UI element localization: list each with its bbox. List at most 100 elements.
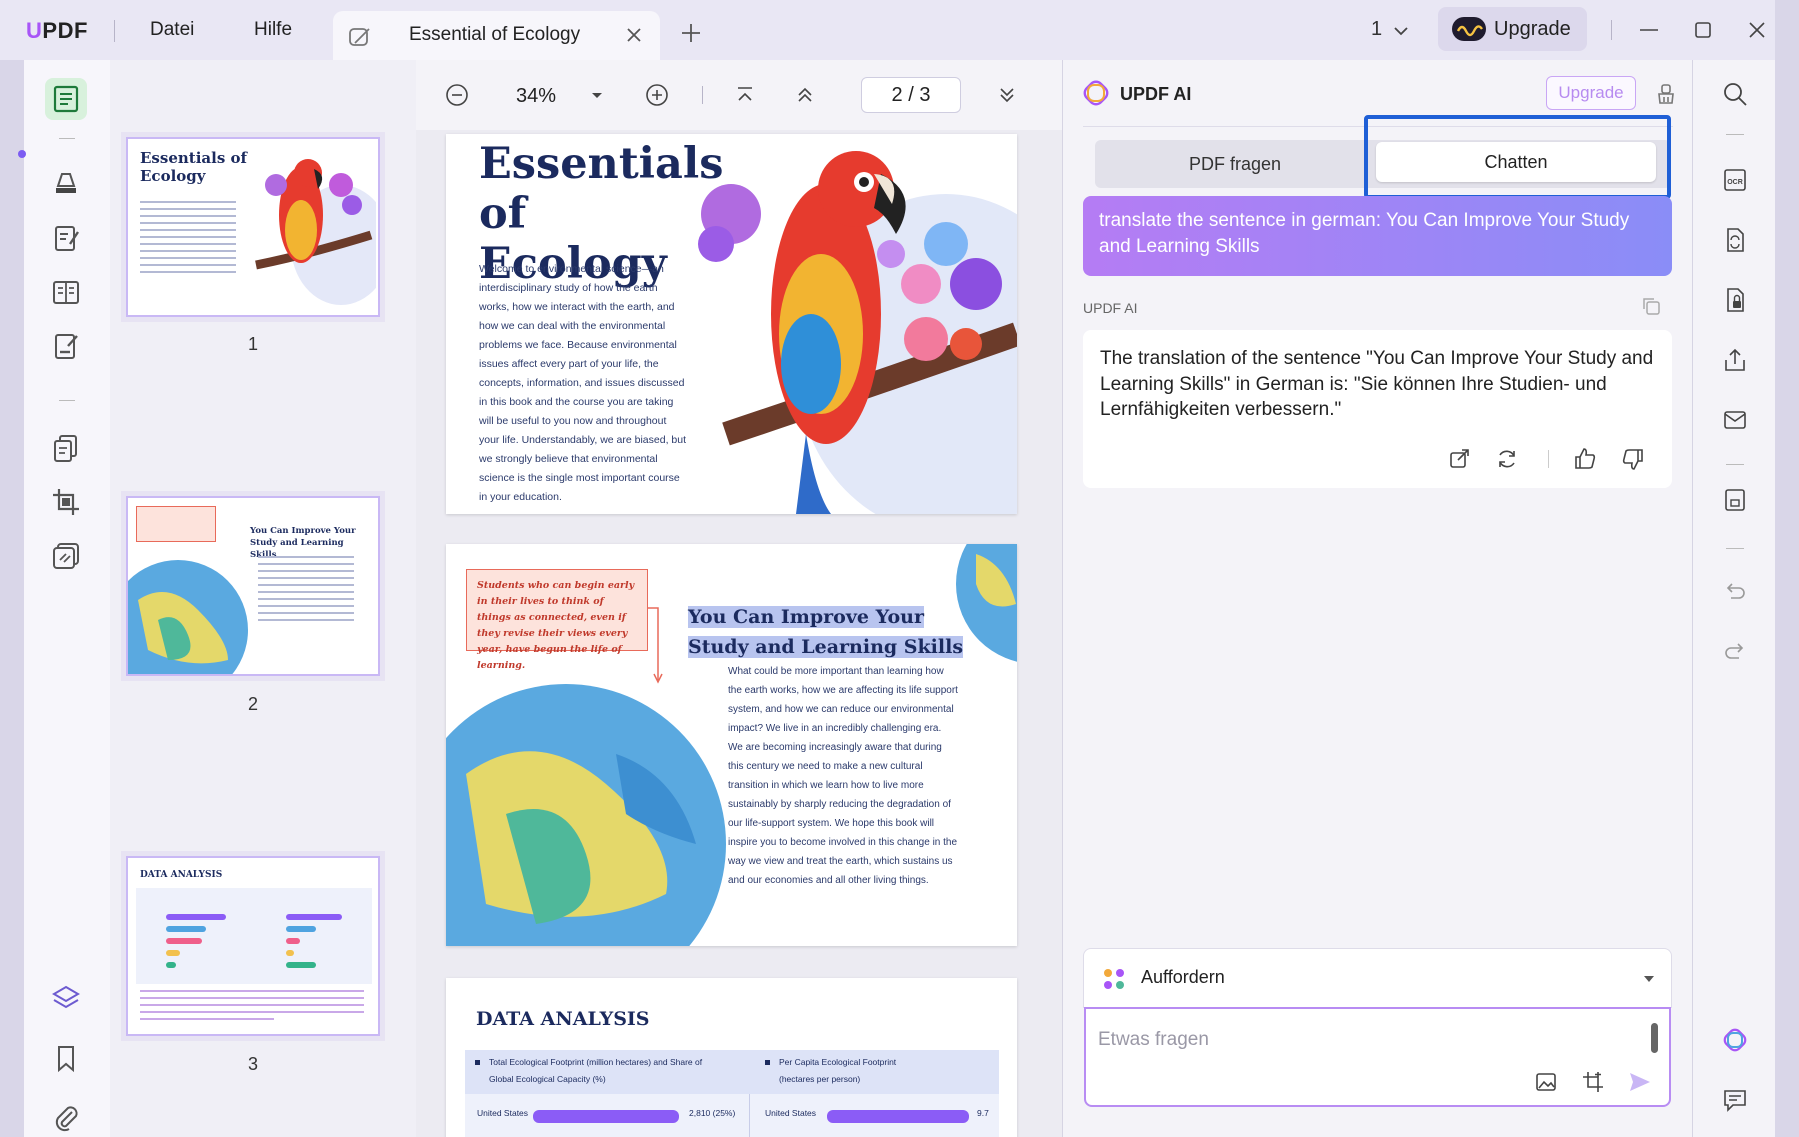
menu-help[interactable]: Hilfe: [254, 19, 292, 41]
ask-placeholder: Etwas fragen: [1098, 1029, 1209, 1050]
divider: [1726, 548, 1744, 549]
page-body-text: Welcome to environmental science—an inte…: [479, 263, 687, 503]
document-page-2: Students who can begin early in their li…: [446, 544, 1017, 946]
document-viewer[interactable]: 34% 2 / 3 Essentials of Ecology Welcome …: [416, 60, 1062, 1137]
pull-quote: Students who can begin early in their li…: [466, 569, 648, 671]
selected-heading[interactable]: You Can Improve Your Study and Learning …: [688, 602, 964, 662]
email-icon[interactable]: [1721, 406, 1749, 434]
bullet-icon: [765, 1060, 770, 1065]
ask-input[interactable]: Etwas fragen: [1084, 1007, 1671, 1107]
organize-pages-icon[interactable]: [48, 274, 84, 310]
convert-pdf-icon[interactable]: [48, 430, 84, 466]
divider: [59, 138, 75, 139]
scrollbar[interactable]: [1651, 1023, 1658, 1053]
thumbnail-text-lines: [258, 556, 354, 626]
thumbnail-table: [136, 888, 372, 984]
prompt-label: Auffordern: [1141, 967, 1225, 987]
reader-mode-button[interactable]: [45, 78, 87, 120]
save-icon[interactable]: [1721, 486, 1749, 514]
thumbnail-quote-box: [136, 506, 216, 542]
crop-icon[interactable]: [48, 484, 84, 520]
close-tab-icon[interactable]: [623, 24, 645, 46]
comments-icon[interactable]: [1721, 1086, 1749, 1114]
menu-file[interactable]: Datei: [150, 19, 194, 41]
app-logo: UPDF: [26, 18, 88, 43]
zoom-in-icon[interactable]: [644, 82, 670, 108]
tab-title: Essential of Ecology: [409, 24, 581, 45]
divider: [749, 1094, 750, 1137]
active-indicator: [18, 150, 26, 158]
minimize-icon[interactable]: [1636, 17, 1662, 43]
table-cell-country: United States: [765, 1108, 817, 1118]
divider: [1726, 134, 1744, 135]
thumbs-up-icon[interactable]: [1572, 446, 1598, 472]
page-body-text: What could be more important than learni…: [728, 666, 958, 886]
page-thumbnail-2[interactable]: You Can Improve Your Study and Learning …: [126, 496, 380, 676]
zoom-dropdown-icon[interactable]: [588, 86, 606, 104]
thumbnail-text-lines: [140, 990, 364, 1025]
chevron-down-icon[interactable]: [1641, 971, 1657, 987]
updf-ai-logo-icon: [1083, 80, 1109, 106]
share-icon[interactable]: [1721, 346, 1749, 374]
ocr-icon[interactable]: OCR: [1721, 166, 1749, 194]
divider: [1611, 20, 1612, 40]
document-tab[interactable]: Essential of Ecology: [333, 11, 660, 60]
connector-arrow: [648, 607, 663, 684]
title-bar: UPDF Datei Hilfe Essential of Ecology 1 …: [0, 0, 1799, 60]
first-page-icon[interactable]: [732, 82, 758, 108]
undo-icon[interactable]: [1721, 578, 1749, 606]
fill-sign-icon[interactable]: [48, 328, 84, 364]
prompt-selector[interactable]: Auffordern: [1083, 948, 1672, 1008]
updf-ai-icon[interactable]: [1721, 1026, 1749, 1054]
bookmark-icon[interactable]: [48, 1040, 84, 1076]
zoom-level[interactable]: 34%: [516, 85, 556, 108]
upgrade-icon: [1452, 17, 1486, 41]
thumbs-down-icon[interactable]: [1620, 446, 1646, 472]
page-thumbnail-1[interactable]: Essentials of Ecology: [126, 137, 380, 317]
document-page-1: Essentials of Ecology Welcome to environ…: [446, 134, 1017, 514]
divider: [59, 400, 75, 401]
zoom-out-icon[interactable]: [444, 82, 470, 108]
copy-icon[interactable]: [1639, 294, 1663, 318]
comment-highlighter-icon[interactable]: [48, 162, 84, 198]
maximize-icon[interactable]: [1690, 17, 1716, 43]
redo-icon[interactable]: [1721, 638, 1749, 666]
clear-chat-icon[interactable]: [1655, 82, 1677, 106]
assistant-label: UPDF AI: [1083, 300, 1138, 316]
upgrade-button[interactable]: Upgrade: [1438, 7, 1587, 51]
close-window-icon[interactable]: [1744, 17, 1770, 43]
search-icon[interactable]: [1721, 80, 1749, 108]
convert-icon[interactable]: [1721, 226, 1749, 254]
page-number-input[interactable]: 2 / 3: [861, 77, 961, 113]
bullet-icon: [475, 1060, 480, 1065]
table-cell-value: 2,810 (25%): [689, 1108, 736, 1118]
thumbnail-number: 3: [247, 1054, 258, 1074]
thumbnail-number: 2: [247, 694, 258, 714]
screenshot-crop-icon[interactable]: [1580, 1069, 1606, 1095]
tab-pdf-fragen[interactable]: PDF fragen: [1095, 140, 1375, 188]
layers-icon[interactable]: [48, 980, 84, 1016]
parrot-illustration: [698, 151, 1017, 514]
regenerate-icon[interactable]: [1494, 446, 1520, 472]
attachment-icon[interactable]: [48, 1100, 84, 1136]
data-table: Total Ecological Footprint (million hect…: [465, 1050, 999, 1137]
send-icon[interactable]: [1627, 1069, 1653, 1095]
page-thumbnail-3[interactable]: DATA ANALYSIS: [126, 856, 380, 1036]
next-page-icon[interactable]: [994, 82, 1020, 108]
protect-icon[interactable]: [1721, 286, 1749, 314]
heading-line-2: Study and Learning Skills: [688, 636, 964, 658]
edit-pdf-icon[interactable]: [48, 220, 84, 256]
open-documents-count[interactable]: 1: [1371, 18, 1382, 41]
batch-tools-icon[interactable]: [48, 538, 84, 574]
table-bar: [827, 1110, 969, 1123]
chevron-down-icon[interactable]: [1390, 20, 1412, 42]
new-tab-icon[interactable]: [678, 20, 704, 46]
image-upload-icon[interactable]: [1533, 1069, 1559, 1095]
window-frame: [1775, 0, 1799, 1137]
viewer-toolbar: 34% 2 / 3: [416, 60, 1062, 130]
ai-upgrade-button[interactable]: Upgrade: [1546, 76, 1636, 110]
table-cell-country: United States: [477, 1108, 529, 1118]
parrot-illustration: [255, 159, 376, 305]
open-external-icon[interactable]: [1446, 446, 1472, 472]
previous-page-icon[interactable]: [792, 82, 818, 108]
